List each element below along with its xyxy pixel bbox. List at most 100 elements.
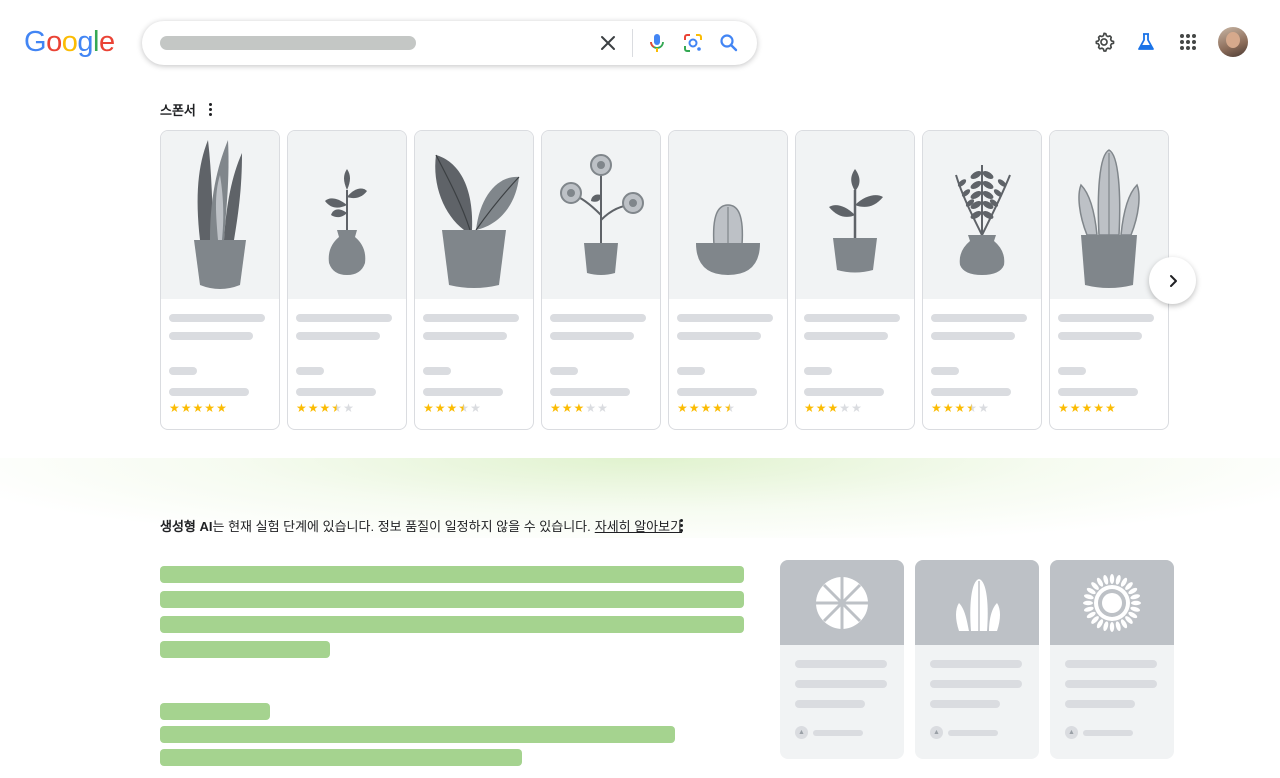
product-title-placeholder	[296, 332, 380, 340]
logo-letter: o	[46, 26, 62, 58]
product-merchant-placeholder	[931, 388, 1011, 396]
flower-pot-icon	[542, 131, 660, 299]
star-icon: ★	[839, 401, 851, 415]
ai-notice: 생성형 AI 는 현재 실험 단계에 있습니다. 정보 품질이 일정하지 않을 수…	[160, 516, 682, 535]
star-icon: ★	[550, 401, 561, 415]
ai-notice-bold: 생성형 AI	[160, 519, 213, 534]
profile-avatar[interactable]	[1218, 27, 1248, 57]
ai-text-line	[160, 566, 744, 583]
search-query-redacted[interactable]	[160, 36, 416, 50]
star-icon: ★	[434, 401, 446, 415]
star-icon: ★	[712, 401, 724, 415]
star-icon: ★	[216, 401, 227, 415]
product-card[interactable]: ★ ★ ★ ★ ★	[668, 130, 788, 430]
product-title-placeholder	[931, 314, 1027, 322]
star-icon: ★	[1058, 401, 1069, 415]
star-icon: ★	[192, 401, 204, 415]
ai-source-card[interactable]: ▲	[1050, 560, 1174, 759]
product-title-placeholder	[423, 314, 519, 322]
google-logo[interactable]: Google	[24, 24, 115, 60]
learn-more-link[interactable]: 자세히 알아보기	[595, 516, 682, 535]
product-merchant-placeholder	[550, 388, 630, 396]
product-price-placeholder	[677, 367, 705, 375]
star-icon: ★	[470, 401, 481, 415]
settings-gear-icon[interactable]	[1092, 30, 1116, 54]
product-rating: ★ ★ ★ ★ ★	[677, 402, 779, 414]
ai-card-text-placeholder	[930, 700, 1000, 708]
star-icon: ★	[677, 401, 688, 415]
search-box[interactable]	[142, 21, 757, 65]
logo-letter: g	[77, 26, 93, 58]
star-icon: ★	[966, 401, 978, 415]
product-price-placeholder	[169, 367, 197, 375]
product-title-placeholder	[1058, 314, 1154, 322]
labs-flask-icon[interactable]	[1134, 30, 1158, 54]
product-card[interactable]: ★ ★ ★ ★ ★	[922, 130, 1042, 430]
monstera-icon	[415, 131, 533, 299]
product-title-placeholder	[931, 332, 1015, 340]
logo-letter: e	[98, 26, 115, 58]
star-icon: ★	[724, 401, 735, 415]
ai-card-text-placeholder	[1065, 700, 1135, 708]
product-price-placeholder	[804, 367, 832, 375]
star-icon: ★	[700, 401, 712, 415]
ai-notice-text: 는 현재 실험 단계에 있습니다. 정보 품질이 일정하지 않을 수 있습니다.	[212, 519, 591, 534]
product-card[interactable]: ★ ★ ★ ★ ★	[541, 130, 661, 430]
ai-card-text-placeholder	[795, 700, 865, 708]
close-icon[interactable]	[596, 31, 620, 55]
product-price-placeholder	[550, 367, 578, 375]
ai-text-line	[160, 749, 522, 766]
source-favicon-icon: ▲	[930, 726, 943, 739]
product-card[interactable]: ★ ★ ★ ★ ★	[414, 130, 534, 430]
ai-source-card[interactable]: ▲	[780, 560, 904, 759]
ai-card-text-placeholder	[795, 660, 887, 668]
ai-card-text-placeholder	[1065, 680, 1157, 688]
logo-letter: G	[24, 26, 47, 58]
chevron-right-icon[interactable]	[1149, 257, 1196, 304]
sponsored-products: ★★★★★ ★★★★★ ★★★★★ ★★★★★	[160, 130, 1169, 430]
cactus-icon	[915, 560, 1039, 645]
star-icon: ★	[331, 401, 343, 415]
product-price-placeholder	[423, 367, 451, 375]
star-icon: ★	[688, 401, 700, 415]
star-icon: ★	[446, 401, 458, 415]
product-title-placeholder	[550, 314, 646, 322]
star-icon: ★	[343, 401, 354, 415]
product-merchant-placeholder	[296, 388, 376, 396]
ai-card-text-placeholder	[795, 680, 887, 688]
star-icon: ★	[978, 401, 989, 415]
product-title-placeholder	[169, 314, 265, 322]
product-title-placeholder	[423, 332, 507, 340]
apps-grid-icon[interactable]	[1176, 30, 1200, 54]
source-favicon-icon: ▲	[1065, 726, 1078, 739]
product-merchant-placeholder	[169, 388, 249, 396]
ai-text-line	[160, 726, 675, 743]
star-icon: ★	[597, 401, 608, 415]
product-merchant-placeholder	[1058, 388, 1138, 396]
microphone-icon[interactable]	[645, 31, 669, 55]
star-icon: ★	[423, 401, 434, 415]
product-card[interactable]: ★ ★ ★ ★ ★	[287, 130, 407, 430]
ai-text-line	[160, 616, 744, 633]
sponsored-more-icon[interactable]	[204, 102, 218, 118]
product-rating: ★ ★ ★ ★ ★	[550, 402, 652, 414]
product-title-placeholder	[804, 332, 888, 340]
product-card[interactable]: ★ ★ ★ ★ ★	[160, 130, 280, 430]
product-merchant-placeholder	[677, 388, 757, 396]
product-rating: ★ ★ ★ ★ ★	[423, 402, 525, 414]
search-divider	[632, 29, 633, 57]
product-card[interactable]: ★ ★ ★ ★ ★	[795, 130, 915, 430]
star-icon: ★	[931, 401, 942, 415]
product-rating: ★ ★ ★ ★ ★	[1058, 402, 1160, 414]
star-icon: ★	[180, 401, 192, 415]
search-icon[interactable]	[717, 31, 741, 55]
seedling-icon	[796, 131, 914, 299]
ai-more-icon[interactable]	[674, 517, 688, 533]
ai-text-line	[160, 703, 270, 720]
sponsored-title: 스폰서	[160, 103, 196, 118]
lens-icon[interactable]	[681, 31, 705, 55]
product-price-placeholder	[296, 367, 324, 375]
product-merchant-placeholder	[804, 388, 884, 396]
ai-source-card[interactable]: ▲	[915, 560, 1039, 759]
star-icon: ★	[307, 401, 319, 415]
